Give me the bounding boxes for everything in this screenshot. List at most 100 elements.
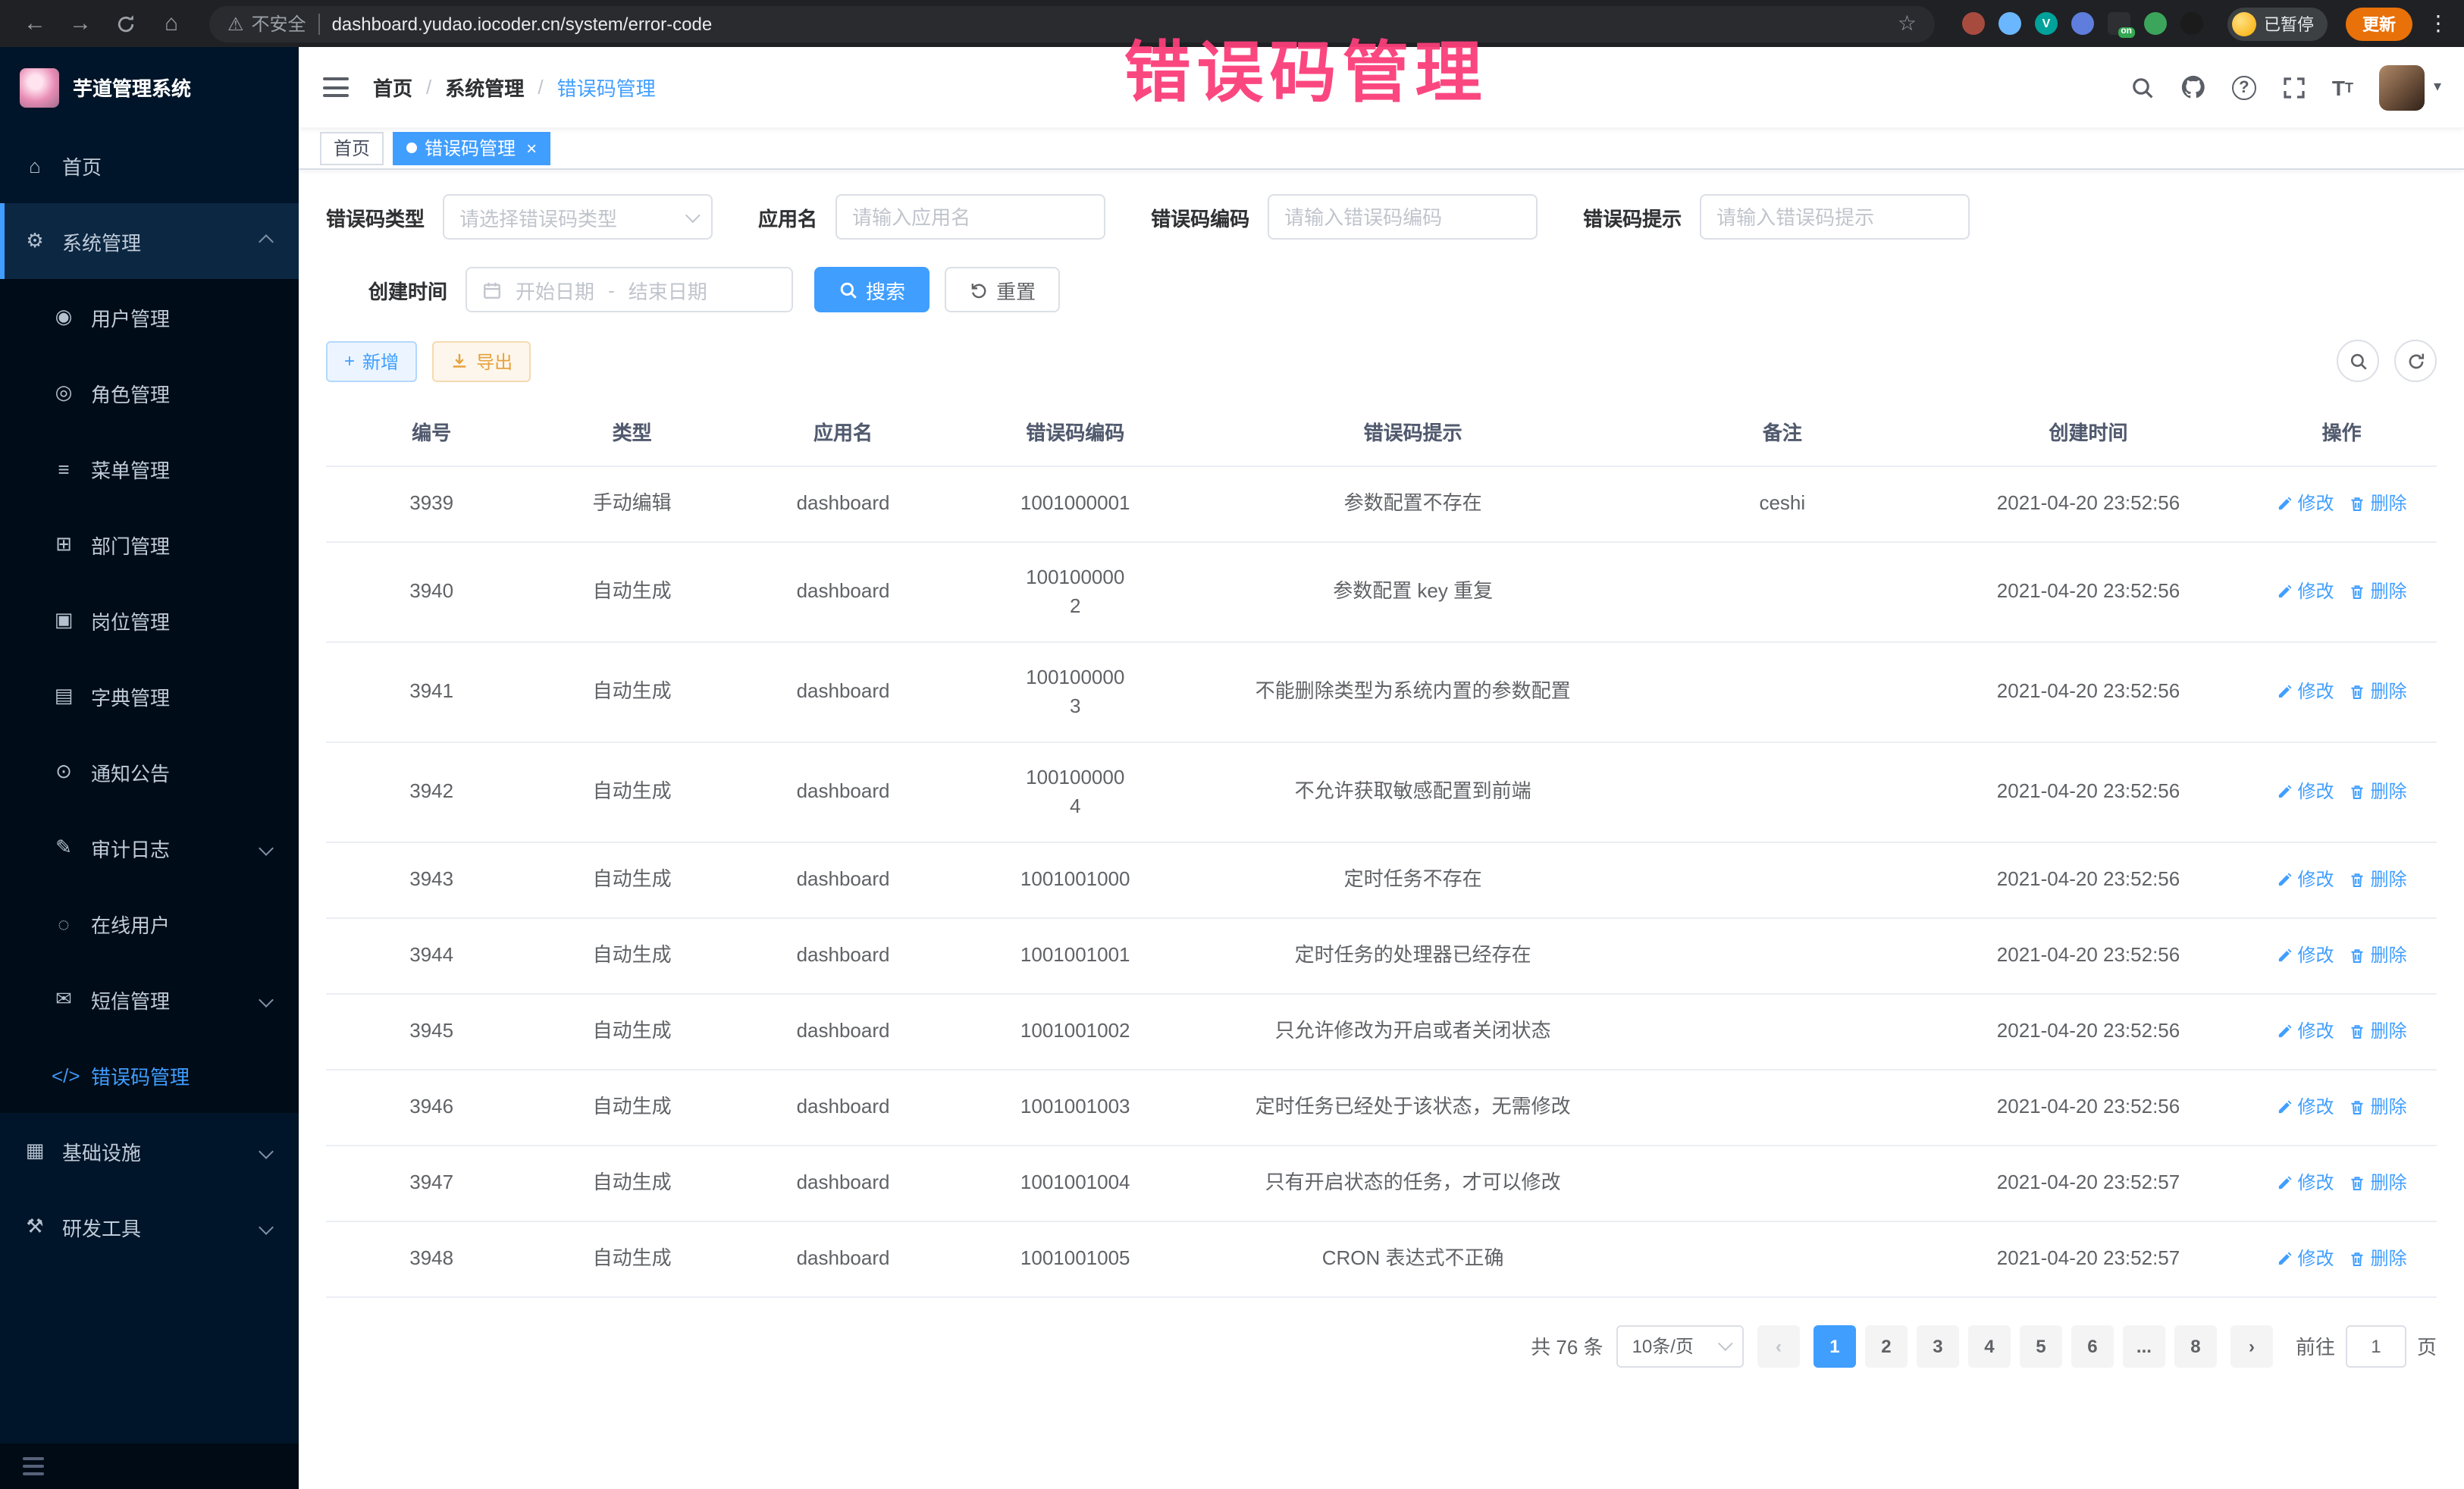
- table-row: 3942 自动生成 dashboard 100100000 4 不允许获取敏感配…: [326, 742, 2437, 842]
- add-button[interactable]: + 新增: [326, 340, 417, 381]
- sidebar-item-0[interactable]: ⌂ 首页: [0, 127, 299, 203]
- sidebar-item-12[interactable]: </> 错误码管理: [0, 1037, 299, 1113]
- refresh-table-icon[interactable]: [2394, 340, 2437, 382]
- delete-link[interactable]: 删除: [2350, 578, 2407, 605]
- page-button-...[interactable]: ...: [2123, 1324, 2165, 1367]
- edit-link[interactable]: 修改: [2277, 678, 2334, 705]
- delete-link[interactable]: 删除: [2350, 1245, 2407, 1272]
- date-range-picker[interactable]: 开始日期 - 结束日期: [466, 267, 793, 312]
- sidebar-item-10[interactable]: ◌ 在线用户: [0, 886, 299, 961]
- audit-log-icon: ✎: [52, 835, 76, 860]
- extension-icon[interactable]: [2071, 12, 2094, 35]
- user-avatar-menu[interactable]: ▾: [2379, 64, 2441, 110]
- url-text[interactable]: dashboard.yudao.iocoder.cn/system/error-…: [332, 13, 1886, 34]
- sidebar-item-11[interactable]: ✉ 短信管理: [0, 961, 299, 1037]
- sidebar-item-6[interactable]: ▣ 岗位管理: [0, 582, 299, 658]
- page-button-6[interactable]: 6: [2071, 1324, 2114, 1367]
- sidebar-item-2[interactable]: ◉ 用户管理: [0, 279, 299, 355]
- page-button-3[interactable]: 3: [1917, 1324, 1959, 1367]
- tab-home[interactable]: 首页: [320, 131, 384, 165]
- sidebar-item-4[interactable]: ≡ 菜单管理: [0, 431, 299, 506]
- bookmark-star-icon[interactable]: ☆: [1898, 11, 1917, 36]
- sidebar-item-1[interactable]: ⚙ 系统管理: [0, 203, 299, 279]
- delete-link[interactable]: 删除: [2350, 678, 2407, 705]
- page-button-4[interactable]: 4: [1968, 1324, 2011, 1367]
- prev-page-button[interactable]: ‹: [1757, 1324, 1800, 1367]
- font-size-icon[interactable]: TT: [2332, 75, 2353, 99]
- tab-error-code[interactable]: 错误码管理 ×: [393, 131, 550, 165]
- delete-link[interactable]: 删除: [2350, 1093, 2407, 1121]
- browser-forward-icon[interactable]: →: [61, 5, 100, 42]
- breadcrumb-system[interactable]: 系统管理: [445, 73, 524, 102]
- edit-link[interactable]: 修改: [2277, 1245, 2334, 1272]
- error-type-select[interactable]: 请选择错误码类型: [443, 194, 713, 240]
- cell-create-time: 2021-04-20 23:52:56: [1930, 994, 2247, 1068]
- page-button-1[interactable]: 1: [1814, 1324, 1856, 1367]
- github-icon[interactable]: [2180, 74, 2206, 100]
- search-button[interactable]: 搜索: [814, 267, 929, 312]
- edit-link[interactable]: 修改: [2277, 866, 2334, 893]
- delete-link[interactable]: 删除: [2350, 866, 2407, 893]
- page-button-5[interactable]: 5: [2020, 1324, 2062, 1367]
- delete-link[interactable]: 删除: [2350, 1169, 2407, 1196]
- fullscreen-icon[interactable]: [2282, 75, 2306, 99]
- delete-link[interactable]: 删除: [2350, 778, 2407, 805]
- sidebar-footer[interactable]: [0, 1444, 299, 1489]
- app-name-field-wrap: [835, 194, 1105, 240]
- page-button-8[interactable]: 8: [2174, 1324, 2217, 1367]
- hamburger-icon[interactable]: [299, 77, 373, 97]
- address-bar[interactable]: ⚠ 不安全 dashboard.yudao.iocoder.cn/system/…: [209, 5, 1935, 42]
- cell-operations: 修改 删除: [2246, 918, 2437, 992]
- tab-close-icon[interactable]: ×: [526, 139, 537, 157]
- app-name-input[interactable]: [837, 196, 1104, 238]
- cell-remark: [1635, 1146, 1930, 1220]
- sidebar-item-3[interactable]: ◎ 角色管理: [0, 355, 299, 431]
- sidebar-item-14[interactable]: ⚒ 研发工具: [0, 1189, 299, 1265]
- page-size-select[interactable]: 10条/页: [1617, 1324, 1744, 1367]
- security-status[interactable]: ⚠ 不安全: [227, 11, 306, 36]
- browser-home-icon[interactable]: ⌂: [152, 5, 191, 42]
- browser-update-button[interactable]: 更新: [2346, 7, 2412, 40]
- help-icon[interactable]: ?: [2232, 75, 2256, 99]
- sidebar-item-5[interactable]: ⊞ 部门管理: [0, 506, 299, 582]
- edit-link[interactable]: 修改: [2277, 1169, 2334, 1196]
- sidebar-item-8[interactable]: ⊙ 通知公告: [0, 734, 299, 810]
- browser-reload-icon[interactable]: [106, 5, 146, 42]
- goto-page-input[interactable]: [2346, 1324, 2406, 1367]
- delete-link[interactable]: 删除: [2350, 942, 2407, 969]
- delete-link[interactable]: 删除: [2350, 1017, 2407, 1045]
- sidebar-item-13[interactable]: ▦ 基础设施: [0, 1113, 299, 1189]
- show-search-icon[interactable]: [2337, 340, 2379, 382]
- cell-remark: [1635, 918, 1930, 992]
- extension-icon[interactable]: [2144, 12, 2167, 35]
- extension-icon[interactable]: [1998, 12, 2021, 35]
- browser-back-icon[interactable]: ←: [15, 5, 55, 42]
- app-logo[interactable]: 芋道管理系统: [0, 47, 299, 127]
- edit-link[interactable]: 修改: [2277, 778, 2334, 805]
- delete-link[interactable]: 删除: [2350, 490, 2407, 517]
- edit-link[interactable]: 修改: [2277, 490, 2334, 517]
- extension-icon[interactable]: [1962, 12, 1985, 35]
- browser-menu-icon[interactable]: ⋮: [2428, 11, 2449, 36]
- filter-hint-label: 错误码提示: [1583, 202, 1682, 231]
- browser-profile-chip[interactable]: 已暂停: [2227, 7, 2328, 40]
- cell-id: 3943: [326, 842, 537, 917]
- export-button[interactable]: 导出: [432, 340, 531, 381]
- edit-link[interactable]: 修改: [2277, 1093, 2334, 1121]
- breadcrumb-home[interactable]: 首页: [373, 73, 412, 102]
- sidebar-item-7[interactable]: ▤ 字典管理: [0, 658, 299, 734]
- next-page-button[interactable]: ›: [2230, 1324, 2273, 1367]
- extension-icon[interactable]: V: [2035, 12, 2058, 35]
- search-icon[interactable]: [2130, 75, 2155, 99]
- pin-extension-icon[interactable]: [2180, 12, 2203, 35]
- sidebar-item-9[interactable]: ✎ 审计日志: [0, 810, 299, 886]
- edit-link[interactable]: 修改: [2277, 942, 2334, 969]
- edit-link[interactable]: 修改: [2277, 578, 2334, 605]
- page-button-2[interactable]: 2: [1865, 1324, 1908, 1367]
- edit-link[interactable]: 修改: [2277, 1017, 2334, 1045]
- extension-icon[interactable]: on: [2108, 12, 2130, 35]
- cell-type: 自动生成: [537, 842, 727, 917]
- error-code-input[interactable]: [1269, 196, 1536, 238]
- reset-button[interactable]: 重置: [945, 267, 1060, 312]
- error-hint-input[interactable]: [1701, 196, 1968, 238]
